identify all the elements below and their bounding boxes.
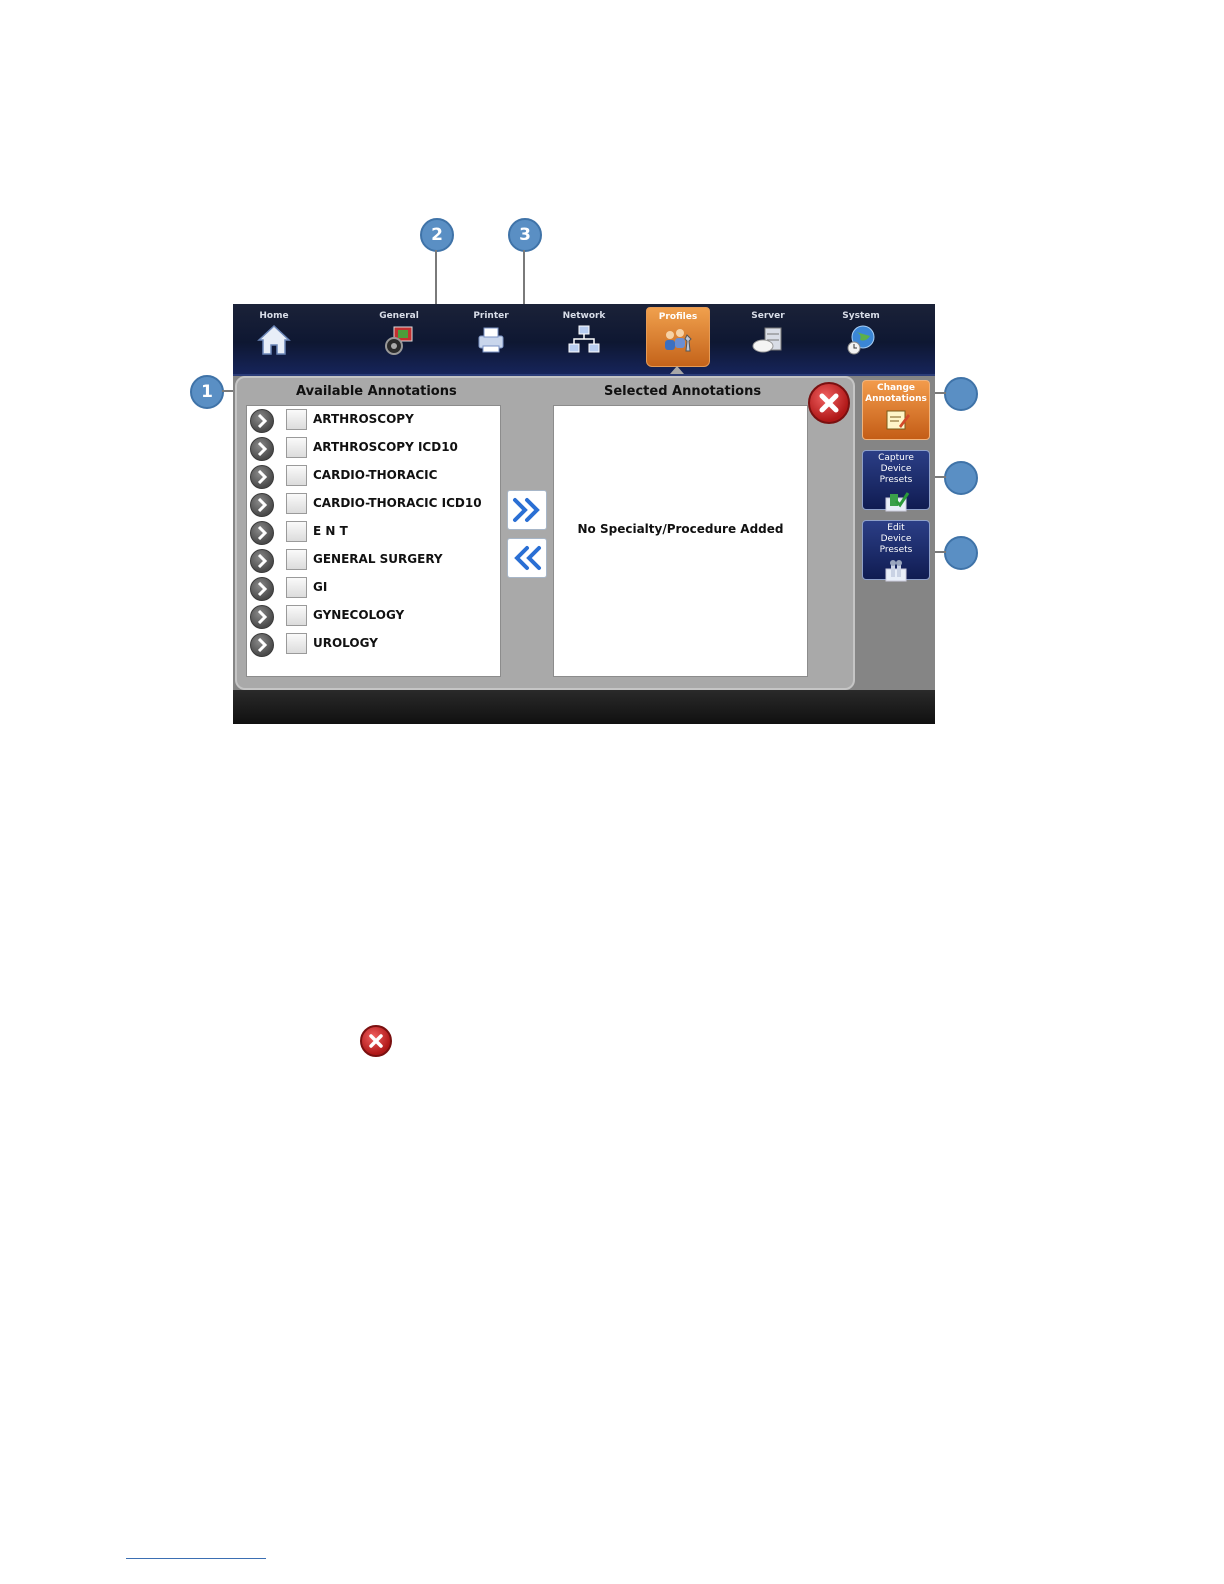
annotation-label: CARDIO-THORACIC ICD10 [313,496,482,510]
list-item[interactable]: CARDIO-THORACIC [247,463,500,491]
double-chevron-right-icon [513,498,540,522]
callout-1: 1 [190,375,224,409]
available-annotations-title: Available Annotations [296,384,457,399]
nav-home[interactable]: Home [243,304,305,374]
close-icon [360,1025,392,1057]
footer-rule [126,1558,266,1559]
available-annotations-list[interactable]: ARTHROSCOPY ARTHROSCOPY ICD10 CARDIO-THO… [246,405,501,677]
expand-arrow-icon[interactable] [250,521,274,545]
annotation-label: CARDIO-THORACIC [313,468,438,482]
expand-arrow-icon[interactable] [250,605,274,629]
nav-printer-label: Printer [473,311,509,321]
general-icon [385,326,413,355]
change-annotations-button[interactable]: Change Annotations [862,380,930,440]
printer-icon [478,327,504,353]
capture-presets-icon [885,492,910,512]
top-nav: Home General Printer Network Profiles Se… [233,304,935,376]
network-icon [568,325,600,353]
callout-2: 2 [420,218,454,252]
callout-edit-presets [944,536,978,570]
annotation-checkbox[interactable] [286,549,307,570]
change-annotations-label-2: Annotations [865,394,927,404]
callout-change-annotations [944,377,978,411]
nav-system[interactable]: System [830,304,892,374]
edit-presets-label-1: Edit [887,523,905,533]
nav-profiles-label: Profiles [658,312,698,322]
edit-presets-icon [885,560,907,582]
capture-presets-label-1: Capture [878,453,914,463]
close-button[interactable] [808,382,850,424]
annotation-label: GYNECOLOGY [313,608,405,622]
nav-general-label: General [379,311,419,321]
list-item[interactable]: E N T [247,519,500,547]
annotation-checkbox[interactable] [286,577,307,598]
list-item[interactable]: UROLOGY [247,631,500,659]
app-window: Home General Printer Network Profiles Se… [233,304,935,724]
list-item[interactable]: ARTHROSCOPY ICD10 [247,435,500,463]
annotation-label: ARTHROSCOPY [313,412,414,426]
edit-presets-label-2: Device Presets [879,534,913,555]
change-annotations-label-1: Change [876,383,916,393]
expand-arrow-icon[interactable] [250,437,274,461]
selected-empty-message: No Specialty/Procedure Added [577,522,784,536]
nav-home-label: Home [259,311,289,321]
expand-arrow-icon[interactable] [250,465,274,489]
callout-3: 3 [508,218,542,252]
annotation-label: ARTHROSCOPY ICD10 [313,440,458,454]
add-annotation-button[interactable] [507,490,547,530]
capture-presets-label-2: Device Presets [879,464,913,485]
profiles-icon [665,329,692,352]
selected-annotations-title: Selected Annotations [604,384,762,399]
expand-arrow-icon[interactable] [250,633,274,657]
bottom-bar [233,690,935,724]
nav-server-label: Server [751,311,785,321]
nav-server[interactable]: Server [737,304,799,374]
annotation-checkbox[interactable] [286,409,307,430]
nav-printer[interactable]: Printer [460,304,522,374]
annotation-checkbox[interactable] [286,605,307,626]
expand-arrow-icon[interactable] [250,409,274,433]
list-item[interactable]: GYNECOLOGY [247,603,500,631]
annotation-checkbox[interactable] [286,521,307,542]
home-icon [257,324,291,355]
nav-system-label: System [842,311,880,321]
annotation-checkbox[interactable] [286,493,307,514]
annotations-note-icon [886,410,910,430]
expand-arrow-icon[interactable] [250,493,274,517]
nav-network-label: Network [562,311,606,321]
close-icon [819,393,839,413]
nav-profiles[interactable]: Profiles [646,307,710,367]
annotation-label: GENERAL SURGERY [313,552,443,566]
annotation-label: UROLOGY [313,636,378,650]
system-icon [847,325,875,355]
expand-arrow-icon[interactable] [250,577,274,601]
list-item[interactable]: GI [247,575,500,603]
callout-capture-presets [944,461,978,495]
double-chevron-left-icon [514,546,541,570]
annotation-checkbox[interactable] [286,437,307,458]
annotation-checkbox[interactable] [286,633,307,654]
annotation-checkbox[interactable] [286,465,307,486]
annotations-panel: Available Annotations Selected Annotatio… [235,376,855,690]
expand-arrow-icon[interactable] [250,549,274,573]
list-item[interactable]: GENERAL SURGERY [247,547,500,575]
list-item[interactable]: CARDIO-THORACIC ICD10 [247,491,500,519]
annotation-label: GI [313,580,328,594]
nav-active-pointer [670,366,684,374]
annotation-label: E N T [313,524,348,538]
capture-device-presets-button[interactable]: Capture Device Presets [862,450,930,512]
edit-device-presets-button[interactable]: Edit Device Presets [862,520,930,582]
selected-annotations-list[interactable]: No Specialty/Procedure Added [553,405,808,677]
nav-network[interactable]: Network [553,304,615,374]
remove-annotation-button[interactable] [507,538,547,578]
nav-general[interactable]: General [368,304,430,374]
server-icon [752,327,782,353]
list-item[interactable]: ARTHROSCOPY [247,407,500,435]
